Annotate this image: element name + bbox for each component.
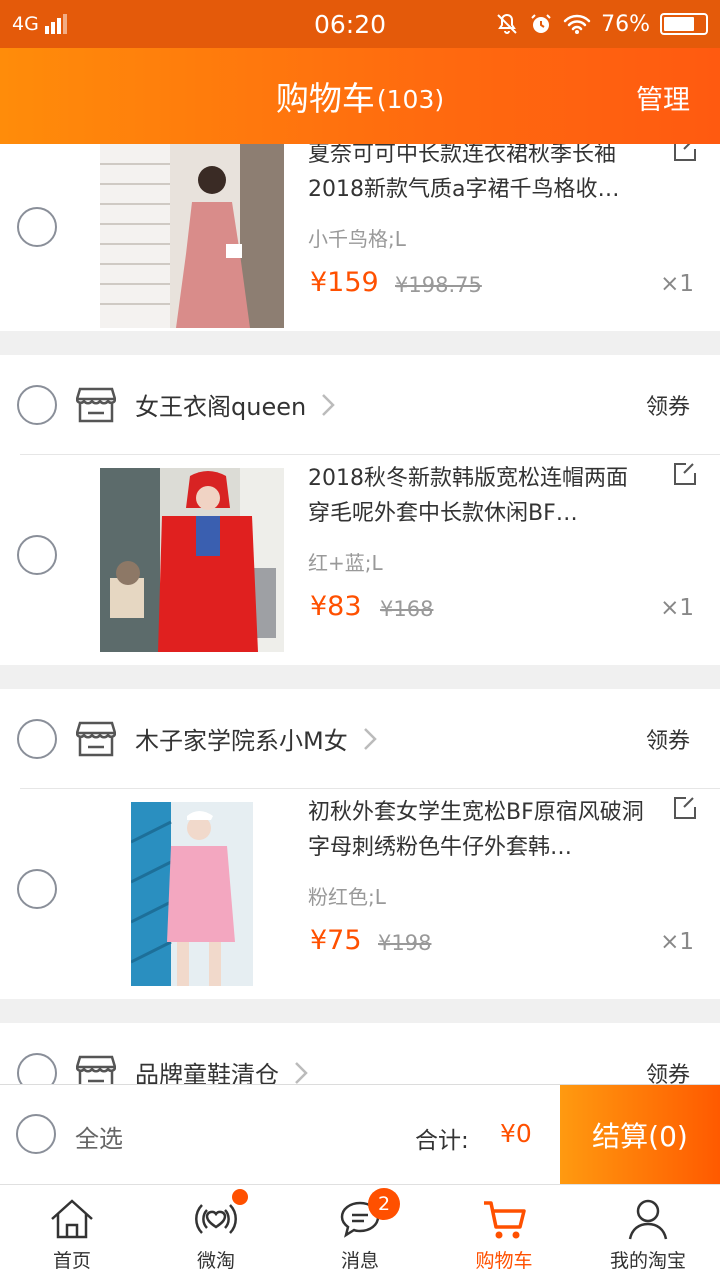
checkout-button[interactable]: 结算(0) <box>560 1085 720 1185</box>
checkout-bar: 全选 合计: ¥0 结算(0) <box>0 1084 720 1185</box>
shop-header[interactable]: 女王衣阁queen 领券 <box>17 355 720 455</box>
tab-label: 购物车 <box>475 1250 533 1272</box>
tab-label: 我的淘宝 <box>609 1250 686 1272</box>
status-bar: 4G 06:20 76% <box>0 0 720 48</box>
shop-icon <box>76 1055 116 1084</box>
profile-icon <box>628 1199 668 1240</box>
shop-header[interactable]: 木子家学院系小M女 领券 <box>17 689 720 789</box>
product-original-price: ¥198 <box>378 931 432 955</box>
tab-weitao[interactable]: 微淘 <box>144 1185 288 1280</box>
cart-item[interactable]: 2018秋冬新款韩版宽松连帽两面穿毛呢外套中长款休闲BF… 红+蓝;L ¥83 … <box>0 455 720 665</box>
cart-count: (103) <box>376 84 445 114</box>
tab-label: 微淘 <box>196 1250 235 1272</box>
product-image[interactable] <box>131 802 253 986</box>
product-quantity[interactable]: ×1 <box>660 595 694 621</box>
shop-card: 木子家学院系小M女 领券 初秋外套女学生宽松BF原宿风破洞字母刺绣粉色牛仔外套韩… <box>0 689 720 999</box>
alarm-icon <box>531 14 551 33</box>
total-value: ¥0 <box>500 1119 532 1148</box>
edit-icon[interactable] <box>672 461 698 487</box>
tab-profile[interactable]: 我的淘宝 <box>576 1185 720 1280</box>
select-all-checkbox[interactable] <box>16 1114 56 1154</box>
item-checkbox[interactable] <box>17 207 57 247</box>
cart-icon <box>484 1201 526 1239</box>
cart-item[interactable]: 夏奈可可中长款连衣裙秋季长袖2018新款气质a字裙千鸟格收… 小千鸟格;L ¥1… <box>0 144 720 331</box>
cart-item[interactable]: 初秋外套女学生宽松BF原宿风破洞字母刺绣粉色牛仔外套韩… 粉红色;L ¥75 ¥… <box>0 789 720 999</box>
tab-cart[interactable]: 购物车 <box>432 1185 576 1280</box>
product-sku[interactable]: 粉红色;L <box>308 881 386 910</box>
chevron-right-icon[interactable] <box>291 1060 311 1085</box>
shop-icon <box>76 387 116 422</box>
notification-dot <box>232 1189 248 1205</box>
product-price: ¥75 <box>310 925 362 956</box>
cart-header: 购物车 (103) 管理 <box>0 48 720 144</box>
signal-icon <box>44 14 67 34</box>
shop-name[interactable]: 品牌童鞋清仓 <box>135 1055 279 1084</box>
status-left: 4G <box>12 13 212 35</box>
product-original-price: ¥198.75 <box>395 273 482 297</box>
page-title: 购物车 (103) <box>0 48 720 144</box>
shop-checkbox[interactable] <box>17 718 57 759</box>
product-title[interactable]: 2018秋冬新款韩版宽松连帽两面穿毛呢外套中长款休闲BF… <box>308 461 648 531</box>
shop-card: 女王衣阁queen 领券 2018秋冬新款韩版宽松连帽两面穿毛呢外套中长款休闲B… <box>0 355 720 665</box>
manage-button[interactable]: 管理 <box>636 78 690 117</box>
coupon-button[interactable]: 领券 <box>646 723 690 755</box>
coupon-button[interactable]: 领券 <box>646 1057 690 1085</box>
product-title[interactable]: 初秋外套女学生宽松BF原宿风破洞字母刺绣粉色牛仔外套韩… <box>308 795 648 865</box>
tab-label: 首页 <box>52 1250 91 1272</box>
product-price: ¥159 <box>310 267 379 298</box>
tab-label: 消息 <box>340 1250 379 1272</box>
cart-title: 购物车 <box>275 79 375 118</box>
shop-card: 品牌童鞋清仓 领券 <box>0 1023 720 1084</box>
status-right: 76% <box>488 12 708 37</box>
product-original-price: ¥168 <box>380 597 434 621</box>
select-all-label[interactable]: 全选 <box>75 1119 123 1154</box>
coupon-button[interactable]: 领券 <box>646 389 690 421</box>
shop-checkbox[interactable] <box>17 1052 57 1084</box>
product-image[interactable] <box>100 468 284 652</box>
edit-icon[interactable] <box>672 795 698 821</box>
shop-checkbox[interactable] <box>17 384 57 425</box>
mute-icon <box>497 13 517 34</box>
product-sku[interactable]: 红+蓝;L <box>308 547 383 576</box>
status-time: 06:20 <box>313 9 387 39</box>
product-sku[interactable]: 小千鸟格;L <box>308 223 406 252</box>
chevron-right-icon[interactable] <box>360 726 380 752</box>
tab-messages[interactable]: 2 消息 <box>288 1185 432 1280</box>
bottom-tab-bar: 首页 微淘 2 消息 购物车 我的淘宝 <box>0 1184 720 1280</box>
shop-icon <box>76 721 116 756</box>
network-type: 4G <box>12 13 39 35</box>
product-quantity[interactable]: ×1 <box>660 271 694 297</box>
home-icon <box>51 1199 93 1239</box>
shop-name[interactable]: 女王衣阁queen <box>135 387 306 422</box>
item-checkbox[interactable] <box>17 869 57 909</box>
battery-icon <box>660 13 708 35</box>
cart-list[interactable]: 夏奈可可中长款连衣裙秋季长袖2018新款气质a字裙千鸟格收… 小千鸟格;L ¥1… <box>0 144 720 1084</box>
chevron-right-icon[interactable] <box>318 392 338 418</box>
product-title[interactable]: 夏奈可可中长款连衣裙秋季长袖2018新款气质a字裙千鸟格收… <box>308 144 648 207</box>
item-checkbox[interactable] <box>17 535 57 575</box>
weitao-icon <box>195 1204 237 1234</box>
shop-name[interactable]: 木子家学院系小M女 <box>135 721 348 756</box>
shop-header[interactable]: 品牌童鞋清仓 领券 <box>17 1023 720 1085</box>
product-image[interactable] <box>100 144 284 328</box>
edit-icon[interactable] <box>672 144 698 163</box>
product-price: ¥83 <box>310 591 362 622</box>
wifi-icon <box>563 14 591 34</box>
total-label: 合计: <box>415 1128 469 1154</box>
battery-percent: 76% <box>601 11 650 37</box>
tab-home[interactable]: 首页 <box>0 1185 144 1280</box>
message-badge: 2 <box>368 1188 400 1220</box>
shop-card: 夏奈可可中长款连衣裙秋季长袖2018新款气质a字裙千鸟格收… 小千鸟格;L ¥1… <box>0 144 720 331</box>
product-quantity[interactable]: ×1 <box>660 929 694 955</box>
